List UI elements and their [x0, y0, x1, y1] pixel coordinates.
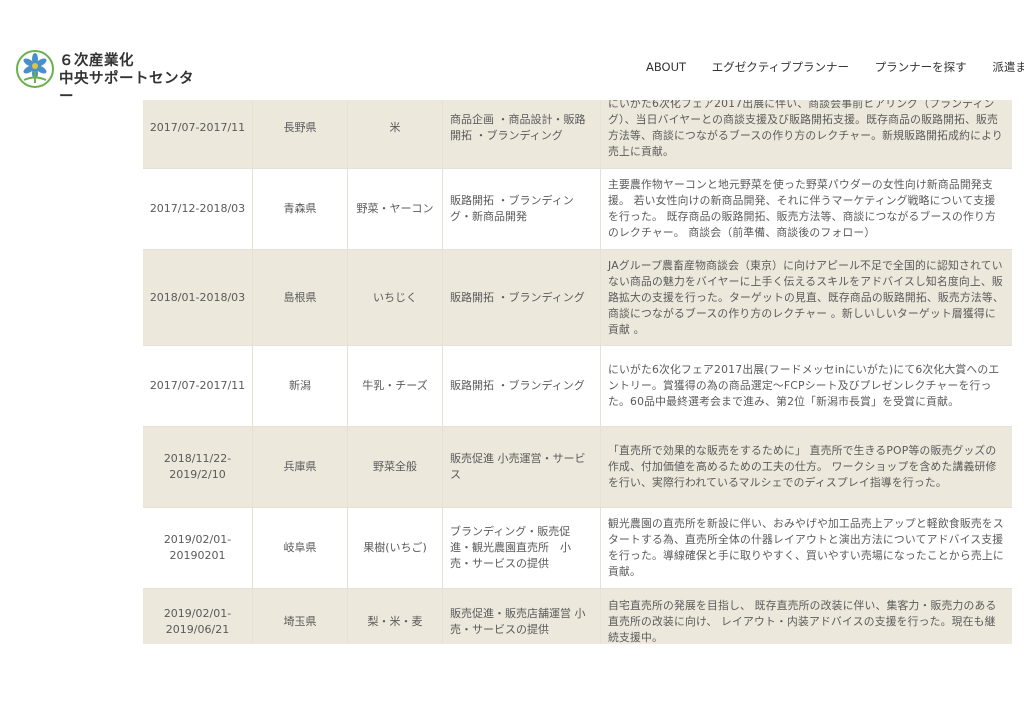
item-cell: 野菜全般	[347, 427, 442, 507]
nav-find-planner[interactable]: プランナーを探す	[875, 59, 967, 75]
item-cell: いちじく	[347, 250, 442, 345]
description-cell: 自宅直売所の発展を目指し、 既存直売所の改装に伴い、集客力・販売力のある直売所の…	[600, 589, 1012, 644]
support-case-table: 2017/07-2017/11 長野県 米 商品企画 ・商品設計・販路開拓 ・ブ…	[143, 88, 1012, 644]
item-cell: 果樹(いちご)	[347, 508, 442, 588]
support-type-cell: 商品企画 ・商品設計・販路開拓 ・ブランディング	[442, 88, 600, 168]
nav-dispatch[interactable]: 派遣まで0	[992, 59, 1024, 75]
prefecture-cell: 青森県	[252, 169, 347, 249]
support-type-cell: ブランディング・販売促進・観光農園直売所 小売・サービスの提供	[442, 508, 600, 588]
description-cell: 主要農作物ヤーコンと地元野菜を使った野菜パウダーの女性向け新商品開発支援。 若い…	[600, 169, 1012, 249]
support-type-cell: 販路開拓 ・ブランディング	[442, 250, 600, 345]
table-row: 2017/07-2017/11 新潟 牛乳・チーズ 販路開拓 ・ブランディング …	[143, 346, 1012, 427]
table-row: 2017/12-2018/03 青森県 野菜・ヤーコン 販路開拓 ・ブランディン…	[143, 169, 1012, 250]
period-cell: 2017/07-2017/11	[149, 121, 246, 134]
table-row: 2017/07-2017/11 長野県 米 商品企画 ・商品設計・販路開拓 ・ブ…	[143, 88, 1012, 169]
prefecture-cell: 新潟	[252, 346, 347, 426]
item-cell: 米	[347, 88, 442, 168]
description-cell: 「直売所で効果的な販売をするために」 直売所で生きるPOP等の販売グッズの作成、…	[600, 427, 1012, 507]
prefecture-cell: 岐阜県	[252, 508, 347, 588]
period-cell: 2019/02/01-20190201	[163, 533, 232, 562]
logo-text: ６次産業化 中央サポートセンター	[59, 52, 197, 100]
table-row: 2019/02/01-20190201 岐阜県 果樹(いちご) ブランディング・…	[143, 508, 1012, 589]
description-cell: にいがた6次化フェア2017出展に伴い、商談会事前ヒアリング（プランディング）、…	[600, 88, 1012, 168]
site-logo[interactable]: ６次産業化 中央サポートセンター	[15, 46, 197, 100]
support-type-cell: 販路開拓 ・ブランディング・新商品開発	[442, 169, 600, 249]
item-cell: 野菜・ヤーコン	[347, 169, 442, 249]
support-type-cell: 販路開拓 ・ブランディング	[442, 346, 600, 426]
prefecture-cell: 長野県	[252, 88, 347, 168]
period-cell: 2017/12-2018/03	[149, 202, 246, 215]
item-cell: 梨・米・麦	[347, 589, 442, 644]
logo-line-2: 中央サポートセンター	[59, 71, 194, 100]
period-cell: 2018/01-2018/03	[149, 290, 246, 304]
period-cell: 2017/07-2017/11	[149, 379, 246, 392]
table-row: 2018/11/22-2019/2/10 兵庫県 野菜全般 販売促進 小売運営・…	[143, 427, 1012, 508]
nav-executive-planner[interactable]: エグゼクティブプランナー	[712, 59, 849, 75]
period-cell: 2019/02/01-2019/06/21	[163, 606, 232, 636]
support-type-cell: 販売促進・販売店舗運営 小売・サービスの提供	[442, 589, 600, 644]
period-cell: 2018/11/22-2019/2/10	[163, 452, 232, 481]
item-cell: 牛乳・チーズ	[347, 346, 442, 426]
table-row: 2019/02/01-2019/06/21 埼玉県 梨・米・麦 販売促進・販売店…	[143, 589, 1012, 644]
description-cell: にいがた6次化フェア2017出展(フードメッセinにいがた)にて6次化大賞へのエ…	[600, 346, 1012, 426]
description-cell: 観光農園の直売所を新設に伴い、おみやげや加工品売上アップと軽飲食販売をスタートす…	[600, 508, 1012, 588]
prefecture-cell: 埼玉県	[252, 589, 347, 644]
prefecture-cell: 島根県	[252, 250, 347, 345]
prefecture-cell: 兵庫県	[252, 427, 347, 507]
table-row: 2018/01-2018/03 島根県 いちじく 販路開拓 ・ブランディング J…	[143, 250, 1012, 346]
nav-about[interactable]: ABOUT	[646, 60, 686, 74]
support-type-cell: 販売促進 小売運営・サービス	[442, 427, 600, 507]
logo-line-1: ６次産業化	[59, 53, 134, 69]
site-header: ６次産業化 中央サポートセンター ABOUT エグゼクティブプランナー プランナ…	[0, 0, 1024, 100]
description-cell: JAグループ農畜産物商談会（東京）に向けアピール不足で全国的に認知されていない商…	[600, 250, 1012, 345]
main-nav: ABOUT エグゼクティブプランナー プランナーを探す 派遣まで0	[646, 59, 1024, 75]
logo-flower-icon	[16, 50, 54, 88]
